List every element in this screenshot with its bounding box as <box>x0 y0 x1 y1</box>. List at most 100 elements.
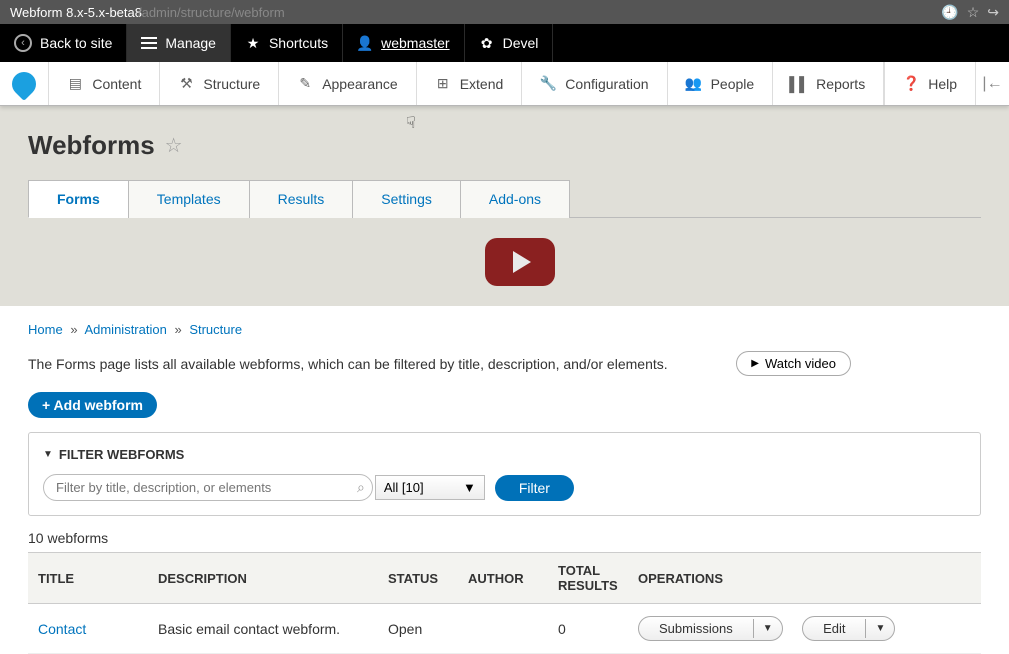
star-icon: ★ <box>245 35 261 51</box>
breadcrumb: Home » Administration » Structure <box>28 322 981 337</box>
filter-submit-button[interactable]: Filter <box>495 475 574 501</box>
back-to-site[interactable]: ‹ Back to site <box>0 24 127 62</box>
browser-title-bar: Webform 8.x-5.x-beta8 /admin/structure/w… <box>0 0 1009 24</box>
wrench-icon: 🔧 <box>540 76 556 92</box>
page-description: The Forms page lists all available webfo… <box>28 356 668 372</box>
tab-templates[interactable]: Templates <box>128 180 250 218</box>
tab-settings[interactable]: Settings <box>352 180 461 218</box>
menu-extend[interactable]: ⊞ Extend <box>417 62 523 105</box>
menu-reports[interactable]: ▌▌ Reports <box>773 62 884 105</box>
table-row: Contact Basic email contact webform. Ope… <box>28 604 981 654</box>
collapse-triangle-icon: ▼ <box>43 449 53 460</box>
row-description: Basic email contact webform. <box>148 604 378 654</box>
appearance-icon: ✎ <box>297 76 313 92</box>
row-status: Open <box>378 604 458 654</box>
breadcrumb-home[interactable]: Home <box>28 322 63 337</box>
manage-label: Manage <box>165 35 216 51</box>
menu-content[interactable]: ▤ Content <box>49 62 160 105</box>
hamburger-icon <box>141 37 157 49</box>
webforms-table: TITLE DESCRIPTION STATUS AUTHOR TOTAL RE… <box>28 552 981 654</box>
star-icon[interactable]: ☆ <box>967 4 980 21</box>
chevron-down-icon: ▼ <box>463 480 476 495</box>
tab-forms[interactable]: Forms <box>28 180 129 218</box>
user-menu[interactable]: 👤 webmaster <box>343 24 464 62</box>
edit-label: Edit <box>803 617 865 640</box>
row-operations: Submissions▼ Edit▼ <box>628 604 981 654</box>
th-description: DESCRIPTION <box>148 553 378 604</box>
select-value: All [10] <box>384 480 424 495</box>
admin-menu: ▤Content ⚒Structure ✎Appearance ⊞Extend … <box>0 62 1009 106</box>
th-status[interactable]: STATUS <box>378 553 458 604</box>
tab-addons[interactable]: Add-ons <box>460 180 570 218</box>
row-title-link[interactable]: Contact <box>28 604 148 654</box>
submissions-label: Submissions <box>639 617 753 640</box>
extend-label: Extend <box>460 76 504 92</box>
people-icon: 👥 <box>686 76 702 92</box>
play-triangle-icon <box>513 251 531 273</box>
help-icon: ❓ <box>903 76 919 92</box>
collapse-toolbar[interactable]: |← <box>975 62 1009 105</box>
drupal-logo[interactable] <box>0 62 49 105</box>
reports-icon: ▌▌ <box>791 76 807 92</box>
gear-icon: ✿ <box>479 35 495 51</box>
add-webform-button[interactable]: + Add webform <box>28 392 157 418</box>
row-author <box>458 604 548 654</box>
back-arrow-icon: ‹ <box>14 34 32 52</box>
content-label: Content <box>92 76 141 92</box>
th-total[interactable]: TOTAL RESULTS <box>548 553 628 604</box>
mouse-cursor-icon: ☟ <box>406 113 416 133</box>
row-total: 0 <box>548 604 628 654</box>
breadcrumb-admin[interactable]: Administration <box>84 322 166 337</box>
video-title: Webform 8.x-5.x-beta8 <box>10 5 142 20</box>
search-icon: ⌕ <box>357 479 365 496</box>
drupal-topbar: ‹ Back to site Manage ★ Shortcuts 👤 webm… <box>0 24 1009 62</box>
th-title[interactable]: TITLE <box>28 553 148 604</box>
edit-button[interactable]: Edit▼ <box>802 616 895 641</box>
menu-structure[interactable]: ⚒ Structure <box>160 62 279 105</box>
clock-icon[interactable]: 🕘 <box>941 4 958 21</box>
breadcrumb-structure[interactable]: Structure <box>189 322 242 337</box>
drupal-drop-icon <box>7 67 41 101</box>
shortcuts-menu[interactable]: ★ Shortcuts <box>231 24 343 62</box>
menu-help[interactable]: ❓ Help <box>884 62 975 105</box>
dropdown-icon[interactable]: ▼ <box>865 619 894 638</box>
page-title: Webforms <box>28 130 155 161</box>
user-icon: 👤 <box>357 35 373 51</box>
people-label: People <box>711 76 755 92</box>
file-icon: ▤ <box>67 76 83 92</box>
tab-results[interactable]: Results <box>249 180 354 218</box>
help-label: Help <box>928 76 957 92</box>
filter-text-input[interactable] <box>43 474 373 501</box>
devel-label: Devel <box>503 35 539 51</box>
filter-title[interactable]: ▼ FILTER WEBFORMS <box>43 447 966 462</box>
reports-label: Reports <box>816 76 865 92</box>
submissions-button[interactable]: Submissions▼ <box>638 616 783 641</box>
structure-icon: ⚒ <box>178 76 194 92</box>
favorite-star-icon[interactable]: ☆ <box>165 133 183 158</box>
user-label: webmaster <box>381 35 449 51</box>
share-icon[interactable]: ↪ <box>987 4 999 21</box>
devel-menu[interactable]: ✿ Devel <box>465 24 554 62</box>
menu-configuration[interactable]: 🔧Configuration <box>522 62 667 105</box>
menu-people[interactable]: 👥 People <box>668 62 774 105</box>
manage-menu[interactable]: Manage <box>127 24 231 62</box>
browser-icons: 🕘 ☆ ↪ <box>941 4 999 21</box>
appearance-label: Appearance <box>322 76 398 92</box>
watch-video-button[interactable]: ▶Watch video <box>736 351 851 376</box>
filter-title-label: FILTER WEBFORMS <box>59 447 184 462</box>
main-content: Home » Administration » Structure The Fo… <box>0 306 1009 654</box>
primary-tabs: Forms Templates Results Settings Add-ons <box>28 179 981 218</box>
browser-url: /admin/structure/webform <box>138 5 285 20</box>
extend-icon: ⊞ <box>435 76 451 92</box>
back-label: Back to site <box>40 35 112 51</box>
result-count: 10 webforms <box>28 530 981 546</box>
filter-category-select[interactable]: All [10] ▼ <box>375 475 485 500</box>
youtube-play-button[interactable] <box>485 238 555 286</box>
menu-appearance[interactable]: ✎ Appearance <box>279 62 417 105</box>
th-author[interactable]: AUTHOR <box>458 553 548 604</box>
th-operations: OPERATIONS <box>628 553 981 604</box>
structure-label: Structure <box>203 76 260 92</box>
shortcuts-label: Shortcuts <box>269 35 328 51</box>
filter-panel: ▼ FILTER WEBFORMS ⌕ All [10] ▼ Filter <box>28 432 981 516</box>
dropdown-icon[interactable]: ▼ <box>753 619 782 638</box>
